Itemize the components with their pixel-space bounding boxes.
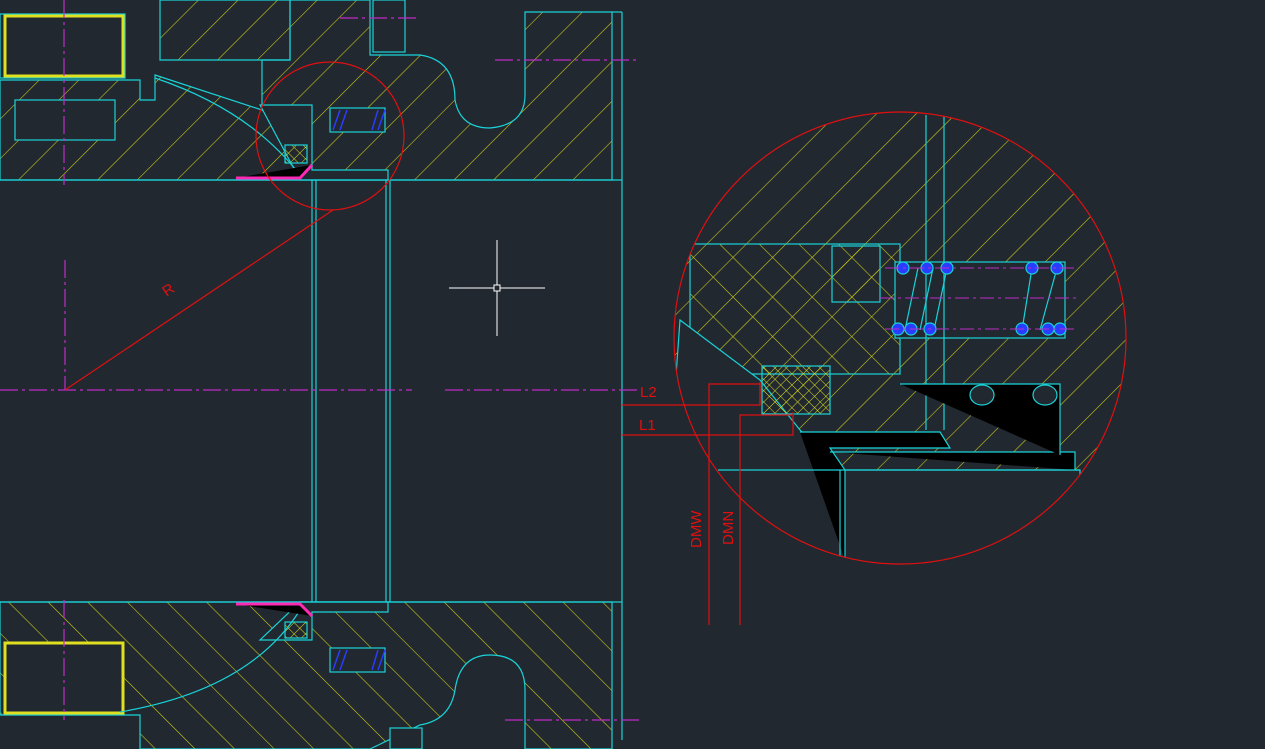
cad-model-space[interactable]: R L2 L1 DMW DMN bbox=[0, 0, 1265, 749]
cad-drawing[interactable]: R L2 L1 DMW DMN bbox=[0, 0, 1265, 749]
dmw-label: DMW bbox=[688, 510, 705, 548]
l1-label: L1 bbox=[639, 417, 656, 434]
lower-housing-section bbox=[0, 601, 613, 749]
crosshair-cursor bbox=[449, 240, 545, 336]
dmn-label: DMN bbox=[720, 511, 737, 545]
radius-label: R bbox=[159, 280, 178, 300]
l2-label: L2 bbox=[640, 384, 657, 401]
